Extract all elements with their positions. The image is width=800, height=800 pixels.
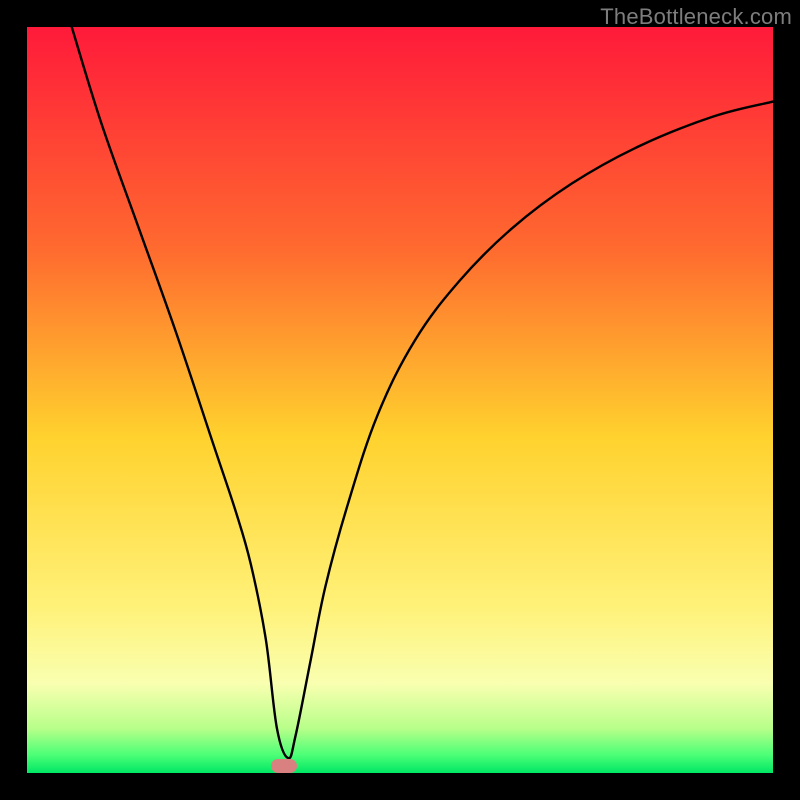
bottleneck-curve [27, 27, 773, 773]
watermark-text: TheBottleneck.com [600, 4, 792, 30]
optimal-marker [271, 759, 297, 773]
chart-frame [27, 27, 773, 773]
